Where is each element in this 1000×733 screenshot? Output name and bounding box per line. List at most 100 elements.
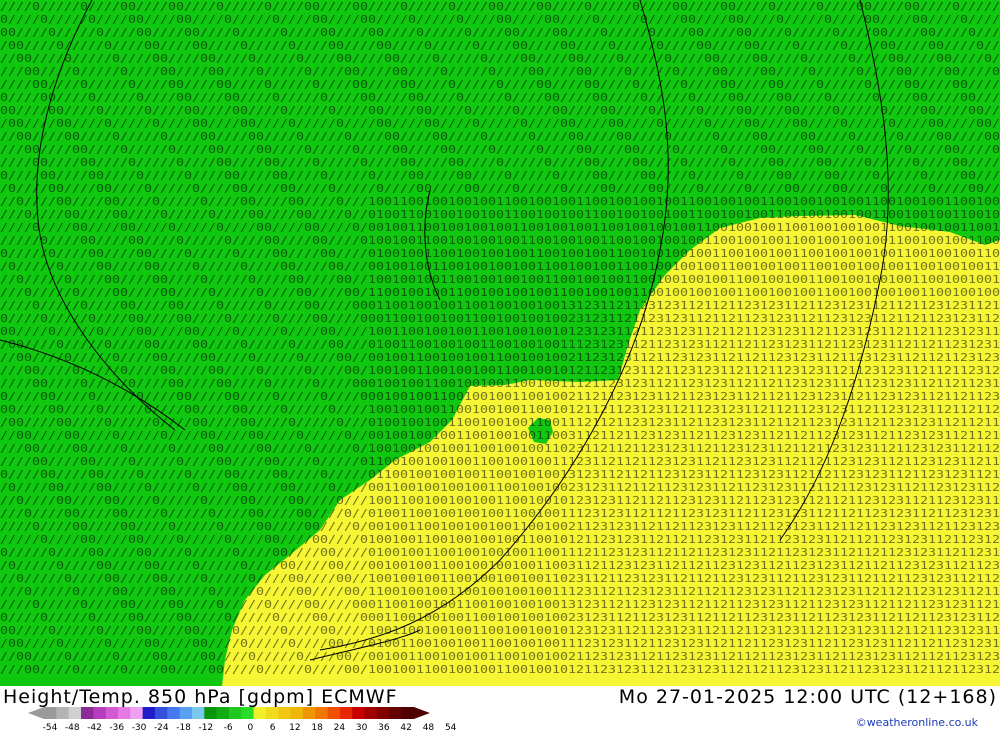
scale-swatch — [105, 707, 119, 719]
scale-swatch — [154, 707, 168, 719]
value-glyph-row: ∕∕∕∕0∕∕∕∕∕0∕∕∕∕00∕∕∕∕00∕∕∕∕0∕∕∕∕∕0∕∕∕∕00… — [0, 0, 1000, 13]
value-glyph-row: ∕∕00∕∕∕∕00∕∕∕∕0∕∕∕∕∕0∕∕∕∕00∕∕∕∕00∕∕∕∕0∕∕… — [0, 429, 1000, 442]
value-glyph-row: ∕00∕∕∕∕00∕∕∕∕0∕∕∕∕∕0∕∕∕∕00∕∕∕∕00∕∕∕∕0∕∕∕… — [0, 416, 1000, 429]
value-glyph-row: ∕∕∕00∕∕∕∕0∕∕∕∕∕0∕∕∕∕00∕∕∕∕00∕∕∕∕0∕∕∕∕∕0∕… — [0, 663, 1000, 676]
scale-swatch — [117, 707, 131, 719]
value-glyph-row: ∕∕00∕∕∕∕0∕∕∕∕∕0∕∕∕∕00∕∕∕∕00∕∕∕∕0∕∕∕∕∕0∕∕… — [0, 351, 1000, 364]
scale-swatch — [44, 707, 57, 719]
scale-tick-label: 54 — [445, 723, 457, 733]
scale-tick-label: -6 — [224, 723, 233, 733]
scale-swatch — [339, 707, 353, 719]
temperature-color-scale: -54 -48 -42 -36 -30 -24 -18 -12 -6 0 6 12 18 24 30 36 42… — [28, 707, 457, 733]
scale-tick-label: 24 — [334, 723, 346, 733]
weather-map: ∕∕∕∕0∕∕∕∕∕0∕∕∕∕00∕∕∕∕00∕∕∕∕0∕∕∕∕∕0∕∕∕∕00… — [0, 0, 1000, 686]
value-glyph-row: ∕∕0∕∕∕∕00∕∕∕∕00∕∕∕∕0∕∕∕∕∕0∕∕∕∕00∕∕∕∕00∕∕… — [0, 195, 1000, 208]
map-canvas: ∕∕∕∕0∕∕∕∕∕0∕∕∕∕00∕∕∕∕00∕∕∕∕0∕∕∕∕∕0∕∕∕∕00… — [0, 0, 1000, 686]
value-glyph-row: ∕∕∕0∕∕∕∕00∕∕∕∕00∕∕∕∕0∕∕∕∕∕0∕∕∕∕00∕∕∕∕00∕… — [0, 507, 1000, 520]
value-glyph-row: ∕∕∕00∕∕∕∕0∕∕∕∕∕0∕∕∕∕00∕∕∕∕00∕∕∕∕0∕∕∕∕∕0∕… — [0, 364, 1000, 377]
value-glyph-row: ∕∕∕0∕∕∕∕00∕∕∕∕00∕∕∕∕0∕∕∕∕∕0∕∕∕∕00∕∕∕∕00∕… — [0, 208, 1000, 221]
scale-swatch — [364, 707, 378, 719]
value-glyph-row: ∕∕∕∕0∕∕∕∕00∕∕∕∕00∕∕∕∕0∕∕∕∕∕0∕∕∕∕00∕∕∕∕00… — [0, 520, 1000, 533]
value-glyph-row: ∕∕00∕∕∕∕00∕∕∕∕0∕∕∕∕∕0∕∕∕∕00∕∕∕∕00∕∕∕∕0∕∕… — [0, 130, 1000, 143]
scale-tick-label: 12 — [289, 723, 300, 733]
scale-swatch — [179, 707, 193, 719]
scale-tick-label: -12 — [198, 723, 213, 733]
value-glyph-row: ∕∕∕00∕∕∕∕00∕∕∕∕0∕∕∕∕∕0∕∕∕∕00∕∕∕∕00∕∕∕∕0∕… — [0, 442, 1000, 455]
value-glyph-row: 0∕∕∕∕0∕∕∕∕∕0∕∕∕∕00∕∕∕∕00∕∕∕∕0∕∕∕∕∕0∕∕∕∕0… — [0, 611, 1000, 624]
value-glyph-row: ∕∕00∕∕∕∕0∕∕∕∕∕0∕∕∕∕00∕∕∕∕00∕∕∕∕0∕∕∕∕∕0∕∕… — [0, 52, 1000, 65]
scale-tick-label: 18 — [311, 723, 323, 733]
scale-swatch — [204, 707, 218, 719]
value-glyph-row: ∕∕0∕∕∕∕∕0∕∕∕∕00∕∕∕∕00∕∕∕∕0∕∕∕∕∕0∕∕∕∕00∕∕… — [0, 273, 1000, 286]
scale-swatch — [290, 707, 304, 719]
scale-tick-label: -24 — [154, 723, 169, 733]
value-glyph-row: ∕00∕∕∕∕0∕∕∕∕∕0∕∕∕∕00∕∕∕∕00∕∕∕∕0∕∕∕∕∕0∕∕∕… — [0, 637, 1000, 650]
map-footer: Height/Temp. 850 hPa [gdpm] ECMWF Mo 27-… — [0, 686, 1000, 733]
scale-tick-labels: -54 -48 -42 -36 -30 -24 -18 -12 -6 0 6 12 18 24 30 36 42… — [43, 723, 457, 733]
scale-tick-label: -18 — [176, 723, 191, 733]
value-glyph-row: ∕0∕∕∕∕∕0∕∕∕∕00∕∕∕∕00∕∕∕∕0∕∕∕∕∕0∕∕∕∕00∕∕∕… — [0, 559, 1000, 572]
scale-swatch — [352, 707, 366, 719]
scale-swatch — [241, 707, 255, 719]
scale-swatch — [228, 707, 242, 719]
value-glyph-row: ∕∕∕∕∕0∕∕∕∕00∕∕∕∕00∕∕∕∕0∕∕∕∕∕0∕∕∕∕00∕∕∕∕0… — [0, 234, 1000, 247]
scale-swatch — [401, 707, 415, 719]
value-glyph-row: 00∕∕∕∕00∕∕∕∕0∕∕∕∕∕0∕∕∕∕00∕∕∕∕00∕∕∕∕0∕∕∕∕… — [0, 104, 1000, 117]
value-glyph-row: ∕∕∕∕00∕∕∕∕0∕∕∕∕∕0∕∕∕∕00∕∕∕∕00∕∕∕∕0∕∕∕∕∕0… — [0, 377, 1000, 390]
scale-swatch — [216, 707, 230, 719]
value-glyph-row: ∕0∕∕∕∕00∕∕∕∕00∕∕∕∕0∕∕∕∕∕0∕∕∕∕00∕∕∕∕00∕∕∕… — [0, 481, 1000, 494]
scale-tick-label: 6 — [270, 723, 276, 733]
value-glyph-row: ∕∕∕∕0∕∕∕∕∕0∕∕∕∕00∕∕∕∕00∕∕∕∕0∕∕∕∕∕0∕∕∕∕00… — [0, 598, 1000, 611]
value-glyph-row: ∕∕∕00∕∕∕∕00∕∕∕∕0∕∕∕∕∕0∕∕∕∕00∕∕∕∕00∕∕∕∕0∕… — [0, 143, 1000, 156]
value-glyph-row: ∕0∕∕∕∕∕0∕∕∕∕00∕∕∕∕00∕∕∕∕0∕∕∕∕∕0∕∕∕∕00∕∕∕… — [0, 260, 1000, 273]
scale-tick-label: 48 — [423, 723, 435, 733]
scale-tick-label: -30 — [132, 723, 147, 733]
scale-tick-label: -36 — [109, 723, 124, 733]
value-glyph-row: ∕∕∕0∕∕∕∕∕0∕∕∕∕00∕∕∕∕00∕∕∕∕0∕∕∕∕∕0∕∕∕∕00∕… — [0, 286, 1000, 299]
value-glyph-row: ∕∕∕∕00∕∕∕∕00∕∕∕∕0∕∕∕∕∕0∕∕∕∕00∕∕∕∕00∕∕∕∕0… — [0, 455, 1000, 468]
scale-tick-label: -48 — [65, 723, 80, 733]
scale-tick-label: -42 — [87, 723, 102, 733]
scale-swatch — [56, 707, 70, 719]
value-glyph-row: ∕∕∕00∕∕∕∕0∕∕∕∕∕0∕∕∕∕00∕∕∕∕00∕∕∕∕0∕∕∕∕∕0∕… — [0, 65, 1000, 78]
value-glyph-row: ∕∕0∕∕∕∕00∕∕∕∕00∕∕∕∕0∕∕∕∕∕0∕∕∕∕00∕∕∕∕00∕∕… — [0, 494, 1000, 507]
value-glyph-row: 0∕∕∕∕00∕∕∕∕0∕∕∕∕∕0∕∕∕∕00∕∕∕∕00∕∕∕∕0∕∕∕∕∕… — [0, 91, 1000, 104]
value-glyph-row: ∕∕∕∕∕0∕∕∕∕00∕∕∕∕00∕∕∕∕0∕∕∕∕∕0∕∕∕∕00∕∕∕∕0… — [0, 533, 1000, 546]
value-glyph-row: ∕∕∕∕00∕∕∕∕0∕∕∕∕∕0∕∕∕∕00∕∕∕∕00∕∕∕∕0∕∕∕∕∕0… — [0, 78, 1000, 91]
value-glyph-row: 0∕∕∕∕00∕∕∕∕00∕∕∕∕0∕∕∕∕∕0∕∕∕∕00∕∕∕∕00∕∕∕∕… — [0, 169, 1000, 182]
credit-link[interactable]: ©weatheronline.co.uk — [856, 716, 978, 729]
scale-swatches — [28, 707, 430, 719]
scale-swatch — [68, 707, 82, 719]
value-glyph-row: 00∕∕∕∕0∕∕∕∕∕0∕∕∕∕00∕∕∕∕00∕∕∕∕0∕∕∕∕∕0∕∕∕∕… — [0, 624, 1000, 637]
value-glyph-row: ∕0∕∕∕∕00∕∕∕∕00∕∕∕∕0∕∕∕∕∕0∕∕∕∕00∕∕∕∕00∕∕∕… — [0, 182, 1000, 195]
value-glyph-row: 0∕∕∕∕0∕∕∕∕∕0∕∕∕∕00∕∕∕∕00∕∕∕∕0∕∕∕∕∕0∕∕∕∕0… — [0, 312, 1000, 325]
value-glyph-row: 0∕∕∕∕∕0∕∕∕∕00∕∕∕∕00∕∕∕∕0∕∕∕∕∕0∕∕∕∕00∕∕∕∕… — [0, 247, 1000, 260]
scale-swatch — [253, 707, 267, 719]
scale-swatch — [191, 707, 205, 719]
scale-tick-label: -54 — [43, 723, 58, 733]
scale-swatch — [302, 707, 316, 719]
scale-tick-label: 36 — [378, 723, 390, 733]
scale-tick-label: 30 — [356, 723, 368, 733]
value-glyph-row: ∕∕∕∕0∕∕∕∕00∕∕∕∕00∕∕∕∕0∕∕∕∕∕0∕∕∕∕00∕∕∕∕00… — [0, 221, 1000, 234]
value-glyph-row: 0∕∕∕∕∕0∕∕∕∕00∕∕∕∕00∕∕∕∕0∕∕∕∕∕0∕∕∕∕00∕∕∕∕… — [0, 546, 1000, 559]
scale-swatch — [389, 707, 403, 719]
value-glyph-row: 00∕∕∕∕0∕∕∕∕∕0∕∕∕∕00∕∕∕∕00∕∕∕∕0∕∕∕∕∕0∕∕∕∕… — [0, 325, 1000, 338]
scale-swatch — [142, 707, 156, 719]
value-glyph-row: 0∕∕∕∕00∕∕∕∕00∕∕∕∕0∕∕∕∕∕0∕∕∕∕00∕∕∕∕00∕∕∕∕… — [0, 468, 1000, 481]
valid-time: Mo 27-01-2025 12:00 UTC (12+168) — [618, 686, 997, 708]
value-glyph-row: ∕00∕∕∕∕0∕∕∕∕∕0∕∕∕∕00∕∕∕∕00∕∕∕∕0∕∕∕∕∕0∕∕∕… — [0, 39, 1000, 52]
value-glyph-row: ∕∕∕∕00∕∕∕∕00∕∕∕∕0∕∕∕∕∕0∕∕∕∕00∕∕∕∕00∕∕∕∕0… — [0, 156, 1000, 169]
value-glyph-row: 00∕∕∕∕0∕∕∕∕∕0∕∕∕∕00∕∕∕∕00∕∕∕∕0∕∕∕∕∕0∕∕∕∕… — [0, 26, 1000, 39]
scale-swatch — [376, 707, 390, 719]
scale-arrow-right — [413, 707, 430, 719]
scale-swatch — [167, 707, 181, 719]
scale-tick-label: 0 — [247, 723, 253, 733]
scale-swatch — [278, 707, 292, 719]
value-glyph-row: ∕00∕∕∕∕0∕∕∕∕∕0∕∕∕∕00∕∕∕∕00∕∕∕∕0∕∕∕∕∕0∕∕∕… — [0, 338, 1000, 351]
scale-tick-label: 42 — [400, 723, 411, 733]
value-glyph-row: 0∕∕∕∕0∕∕∕∕∕0∕∕∕∕00∕∕∕∕00∕∕∕∕0∕∕∕∕∕0∕∕∕∕0… — [0, 13, 1000, 26]
scale-swatch — [265, 707, 279, 719]
station-value-labels: ∕∕∕∕0∕∕∕∕∕0∕∕∕∕00∕∕∕∕00∕∕∕∕0∕∕∕∕∕0∕∕∕∕00… — [0, 0, 1000, 676]
scale-swatch — [93, 707, 107, 719]
